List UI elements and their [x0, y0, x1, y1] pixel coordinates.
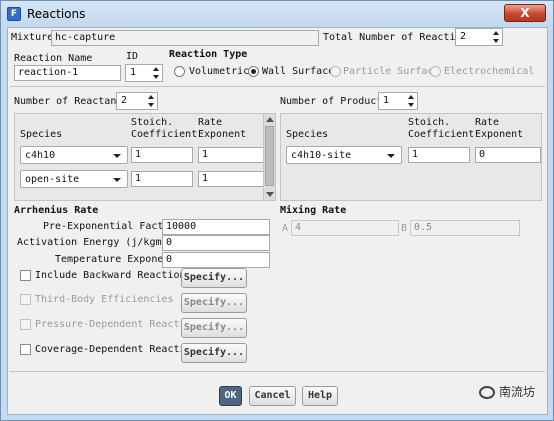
wechat-icon — [478, 386, 495, 399]
id-label: ID — [126, 51, 139, 62]
watermark-text: 南流坊 — [498, 385, 535, 399]
arrhenius-rate-label: Arrhenius Rate — [14, 205, 99, 216]
chevron-down-icon — [387, 154, 395, 158]
product-species-select-1[interactable]: c4h10-site — [286, 146, 402, 164]
coverage-dependent-specify-button[interactable]: Specify... — [181, 343, 247, 363]
temperature-exponent-label: Temperature Exponent — [55, 254, 176, 265]
reactant-stoich-input-2[interactable]: 1 — [131, 171, 193, 187]
id-spinner[interactable]: 1 — [125, 64, 163, 82]
num-reactants-value: 2 — [121, 95, 128, 106]
id-value: 1 — [130, 67, 137, 78]
dialog-body: Mixture hc-capture Total Number of React… — [7, 27, 548, 415]
radio-volumetric[interactable] — [174, 66, 185, 77]
window-title: Reactions — [27, 7, 86, 21]
spinner-arrows-icon[interactable] — [492, 30, 501, 44]
reactants-species-header: Species — [20, 129, 63, 140]
num-products-label: Number of Products — [280, 96, 389, 107]
separator — [10, 371, 545, 372]
include-backward-checkbox[interactable] — [20, 270, 31, 281]
product-species-1: c4h10-site — [291, 150, 352, 161]
radio-wall-surface[interactable] — [248, 66, 259, 77]
activation-energy-label: Activation Energy (j/kgmol) — [17, 237, 180, 248]
include-backward-label: Include Backward Reaction — [35, 270, 186, 281]
activation-energy-input[interactable]: 0 — [162, 235, 270, 251]
ok-button[interactable]: OK — [219, 386, 242, 406]
spinner-arrows-icon[interactable] — [407, 94, 416, 108]
scroll-up-icon[interactable] — [266, 117, 274, 122]
products-rate-header: Rate — [475, 117, 500, 128]
reactant-species-2: open-site — [25, 174, 80, 185]
products-species-header: Species — [286, 129, 329, 140]
scroll-down-icon[interactable] — [266, 192, 274, 197]
third-body-label: Third-Body Efficiencies — [35, 294, 174, 305]
reactant-species-select-1[interactable]: c4h10 — [20, 146, 128, 164]
reactant-species-1: c4h10 — [25, 150, 56, 161]
reactant-rate-input-2[interactable]: 1 — [198, 171, 264, 187]
reactions-dialog: F Reactions X Mixture hc-capture Total N… — [0, 0, 554, 421]
reaction-name-label: Reaction Name — [14, 53, 93, 64]
third-body-checkbox — [20, 294, 31, 305]
temperature-exponent-input[interactable]: 0 — [162, 252, 270, 268]
spinner-arrows-icon[interactable] — [147, 94, 156, 108]
third-body-specify-button: Specify... — [181, 293, 247, 313]
total-reactions-value: 2 — [460, 31, 467, 42]
product-rate-input-1[interactable]: 0 — [475, 147, 541, 163]
radio-particle-surface — [330, 66, 341, 77]
pressure-dependent-checkbox — [20, 319, 31, 330]
num-reactants-spinner[interactable]: 2 — [116, 92, 158, 110]
title-bar[interactable]: F Reactions X — [1, 1, 553, 27]
reaction-name-input[interactable]: reaction-1 — [14, 65, 121, 81]
radio-particle-surface-label: Particle Surface — [343, 66, 440, 77]
pressure-dependent-specify-button: Specify... — [181, 318, 247, 338]
reactants-stoich-header: Stoich. — [131, 117, 174, 128]
product-stoich-input-1[interactable]: 1 — [408, 147, 470, 163]
reactants-scrollbar[interactable] — [263, 114, 275, 200]
separator — [10, 86, 545, 87]
pre-exp-factor-input[interactable]: 10000 — [162, 219, 270, 235]
pressure-dependent-label: Pressure-Dependent Reaction — [35, 319, 198, 330]
reaction-type-label: Reaction Type — [169, 49, 248, 60]
chevron-down-icon — [113, 178, 121, 182]
mixing-a-label: A — [282, 223, 289, 234]
reactant-stoich-input-1[interactable]: 1 — [131, 147, 193, 163]
mixing-b-label: B — [401, 223, 408, 234]
pre-exp-factor-label: Pre-Exponential Factor — [43, 221, 176, 232]
products-rate-header-2: Exponent — [475, 129, 524, 140]
mixing-b-input: 0.5 — [410, 220, 520, 236]
mixing-a-input: 4 — [291, 220, 399, 236]
spinner-arrows-icon[interactable] — [152, 66, 161, 80]
reactants-rate-header: Rate — [198, 117, 223, 128]
cancel-button[interactable]: Cancel — [249, 386, 296, 406]
mixture-label: Mixture — [11, 32, 54, 43]
coverage-dependent-checkbox[interactable] — [20, 344, 31, 355]
scroll-thumb[interactable] — [265, 126, 274, 186]
reactant-species-select-2[interactable]: open-site — [20, 170, 128, 188]
num-reactants-label: Number of Reactants — [14, 96, 129, 107]
reactant-rate-input-1[interactable]: 1 — [198, 147, 264, 163]
radio-electrochemical-label: Electrochemical — [444, 66, 535, 77]
coverage-dependent-label: Coverage-Dependent Reaction — [35, 344, 198, 355]
mixing-rate-label: Mixing Rate — [280, 205, 347, 216]
num-products-value: 1 — [383, 95, 390, 106]
radio-electrochemical — [430, 66, 441, 77]
radio-wall-surface-label: Wall Surface — [262, 66, 335, 77]
total-reactions-spinner[interactable]: 2 — [455, 28, 503, 46]
products-stoich-header: Stoich. — [408, 117, 451, 128]
products-stoich-header-2: Coefficient — [408, 129, 475, 140]
reactants-stoich-header-2: Coefficient — [131, 129, 198, 140]
reactants-panel: Species Stoich. Coefficient Rate Exponen… — [14, 113, 276, 201]
fluent-app-icon: F — [7, 7, 21, 21]
total-reactions-label: Total Number of Reactions — [323, 32, 474, 43]
include-backward-specify-button[interactable]: Specify... — [181, 268, 247, 288]
watermark: 南流坊 — [478, 383, 535, 400]
radio-volumetric-label: Volumetric — [189, 66, 250, 77]
chevron-down-icon — [113, 154, 121, 158]
reactants-rate-header-2: Exponent — [198, 129, 247, 140]
help-button[interactable]: Help — [302, 386, 338, 406]
num-products-spinner[interactable]: 1 — [378, 92, 418, 110]
close-button[interactable]: X — [504, 4, 546, 22]
products-panel: Species Stoich. Coefficient Rate Exponen… — [280, 113, 542, 201]
mixture-field: hc-capture — [51, 30, 319, 46]
